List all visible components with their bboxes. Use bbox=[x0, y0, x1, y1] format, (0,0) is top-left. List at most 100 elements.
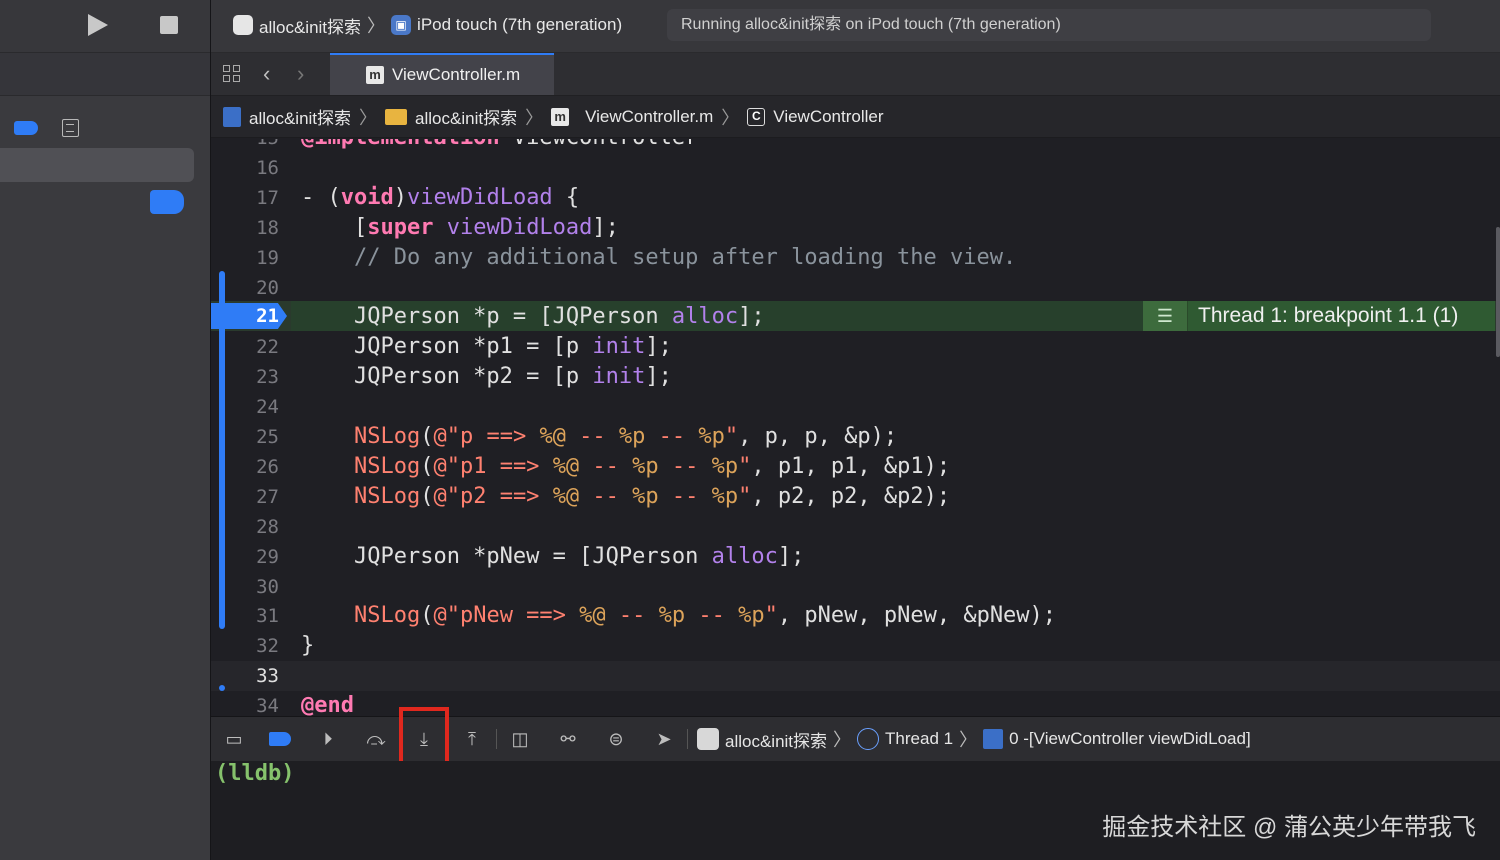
environment-overrides-icon[interactable]: ⊜ bbox=[605, 728, 627, 750]
step-into-highlight bbox=[399, 707, 449, 769]
code-line: } bbox=[301, 633, 315, 659]
app-icon bbox=[233, 15, 253, 35]
code-line: // Do any additional setup after loading… bbox=[301, 244, 1017, 270]
line-number[interactable]: 32 bbox=[211, 635, 279, 657]
step-out-icon[interactable]: ⤒ bbox=[461, 728, 483, 750]
toolbar-divider bbox=[687, 729, 688, 749]
code-line: JQPerson *p1 = [p init]; bbox=[301, 334, 672, 360]
breadcrumb-class[interactable]: C ViewController bbox=[747, 106, 884, 127]
line-number[interactable]: 34 bbox=[211, 695, 279, 716]
app-icon bbox=[697, 728, 719, 750]
line-number[interactable]: 27 bbox=[211, 486, 279, 508]
project-icon bbox=[223, 106, 241, 127]
breakpoint-marker-icon[interactable] bbox=[150, 190, 184, 214]
line-number[interactable]: 17 bbox=[211, 187, 279, 209]
thread-breakpoint-label: Thread 1: breakpoint 1.1 (1) bbox=[1188, 301, 1495, 331]
code-line: @end bbox=[301, 693, 354, 716]
tab-viewcontroller-m[interactable]: m ViewController.m bbox=[330, 53, 554, 95]
chevron-right-icon: 〉 bbox=[525, 107, 544, 128]
current-line-highlight bbox=[211, 661, 1500, 691]
code-line: NSLog(@"p1 ==> %@ -- %p -- %p", p1, p1, … bbox=[353, 453, 951, 479]
folder-icon bbox=[385, 108, 408, 125]
chevron-right-icon: 〉 bbox=[721, 107, 740, 128]
forward-chevron-icon[interactable]: › bbox=[297, 61, 304, 87]
debug-bar: ▭ ⏵ ⤼ ⤓ ⤒ ◫ ⚯ ⊜ ➤ alloc&init探索 〉 Thread … bbox=[211, 707, 1500, 769]
line-number[interactable]: 30 bbox=[211, 576, 279, 598]
class-icon: C bbox=[747, 107, 766, 126]
debug-frame-label: 0 -[ViewController viewDidLoad] bbox=[1009, 729, 1251, 748]
breadcrumb-group[interactable]: alloc&init探索 bbox=[385, 104, 517, 129]
code-line: - (void)viewDidLoad { bbox=[301, 184, 580, 210]
code-line: NSLog(@"p2 ==> %@ -- %p -- %p", p2, p2, … bbox=[353, 483, 951, 509]
chevron-right-icon: 〉 bbox=[359, 107, 378, 128]
simulate-location-icon[interactable]: ➤ bbox=[653, 728, 675, 750]
toolbar-divider bbox=[496, 729, 497, 749]
step-over-icon[interactable]: ⤼ bbox=[365, 728, 387, 750]
run-button[interactable] bbox=[88, 14, 108, 36]
line-number[interactable]: 31 bbox=[211, 605, 279, 627]
hamburger-icon[interactable]: ☰ bbox=[1143, 301, 1188, 331]
scheme-app-label: alloc&init探索 bbox=[259, 17, 362, 37]
line-number[interactable]: 24 bbox=[211, 396, 279, 418]
debug-thread-label: Thread 1 bbox=[885, 729, 954, 748]
breadcrumb-project[interactable]: alloc&init探索 bbox=[223, 104, 351, 129]
code-line: NSLog(@"p ==> %@ -- %p -- %p", p, p, &p)… bbox=[353, 424, 898, 449]
scheme-device-label: iPod touch (7th generation) bbox=[417, 15, 623, 34]
line-number[interactable]: 18 bbox=[211, 217, 279, 239]
thread-breakpoint-badge[interactable]: ☰ Thread 1: breakpoint 1.1 (1) bbox=[1143, 301, 1495, 331]
source-editor[interactable]: 15 @implementation ViewController 16 17 - (v… bbox=[211, 139, 1500, 716]
lldb-prompt: (lldb) bbox=[215, 761, 295, 786]
scheme-selector[interactable]: alloc&init探索 〉 ▣ iPod touch (7th generat… bbox=[233, 12, 622, 38]
editor-tab-bar: ‹ › m ViewController.m bbox=[211, 53, 1500, 96]
device-icon: ▣ bbox=[391, 15, 412, 35]
breadcrumb: alloc&init探索 〉 alloc&init探索 〉 m ViewCont… bbox=[211, 96, 1500, 138]
line-number[interactable]: 26 bbox=[211, 456, 279, 478]
watermark: 掘金技术社区 @ 蒲公英少年带我飞 bbox=[1102, 814, 1476, 841]
main-toolbar: alloc&init探索 〉 ▣ iPod touch (7th generat… bbox=[211, 0, 1500, 53]
thread-icon bbox=[857, 728, 880, 750]
back-chevron-icon[interactable]: ‹ bbox=[263, 61, 270, 87]
breadcrumb-group-label: alloc&init探索 bbox=[415, 109, 518, 128]
line-number[interactable]: 29 bbox=[211, 546, 279, 568]
stack-frame-icon bbox=[983, 729, 1004, 749]
report-navigator-icon[interactable] bbox=[62, 119, 79, 137]
breadcrumb-project-label: alloc&init探索 bbox=[249, 109, 352, 128]
line-number[interactable]: 28 bbox=[211, 516, 279, 538]
objc-file-icon: m bbox=[366, 66, 384, 84]
breadcrumb-file-label: ViewController.m bbox=[585, 106, 714, 126]
memory-graph-icon[interactable]: ⚯ bbox=[557, 728, 579, 750]
continue-icon[interactable]: ⏵ bbox=[317, 728, 339, 750]
navigator-tabs bbox=[0, 53, 210, 137]
view-hierarchy-icon[interactable]: ◫ bbox=[509, 728, 531, 750]
debug-breadcrumb[interactable]: alloc&init探索 〉 Thread 1 〉 0 -[ViewContro… bbox=[697, 726, 1251, 752]
activity-status: Running alloc&init探索 on iPod touch (7th … bbox=[667, 9, 1431, 41]
debug-console[interactable]: (lldb) 掘金技术社区 @ 蒲公英少年带我飞 bbox=[211, 761, 1500, 860]
stop-button[interactable] bbox=[160, 16, 178, 34]
code-line: NSLog(@"pNew ==> %@ -- %p -- %p", pNew, … bbox=[353, 603, 1057, 629]
breakpoint-navigator-icon[interactable] bbox=[14, 121, 38, 135]
line-number[interactable]: 25 bbox=[211, 426, 279, 448]
chevron-right-icon: 〉 bbox=[367, 16, 386, 36]
chevron-right-icon: 〉 bbox=[833, 730, 852, 750]
breadcrumb-file[interactable]: m ViewController.m bbox=[551, 107, 713, 127]
line-number[interactable]: 22 bbox=[211, 336, 279, 358]
breakpoints-toggle-icon[interactable] bbox=[269, 728, 291, 750]
objc-file-icon: m bbox=[551, 107, 570, 126]
breadcrumb-class-label: ViewController bbox=[773, 106, 884, 126]
code-line: JQPerson *pNew = [JQPerson alloc]; bbox=[301, 543, 805, 569]
navigator-panel bbox=[0, 0, 211, 860]
line-number[interactable]: 33 bbox=[211, 665, 279, 687]
hide-debug-area-icon[interactable]: ▭ bbox=[223, 728, 245, 750]
debug-app-label: alloc&init探索 bbox=[725, 731, 828, 751]
related-items-icon[interactable] bbox=[223, 65, 241, 83]
line-number[interactable]: 15 bbox=[211, 139, 279, 149]
navigator-toolbar bbox=[0, 0, 210, 53]
code-line: [super viewDidLoad]; bbox=[301, 214, 619, 240]
line-number[interactable]: 23 bbox=[211, 366, 279, 388]
line-number[interactable]: 16 bbox=[211, 157, 279, 179]
editor-scrollbar[interactable] bbox=[1496, 227, 1500, 357]
navigator-selected-row[interactable] bbox=[0, 148, 194, 182]
line-number[interactable]: 19 bbox=[211, 247, 279, 269]
line-number[interactable]: 20 bbox=[211, 277, 279, 299]
tab-label: ViewController.m bbox=[392, 65, 521, 84]
